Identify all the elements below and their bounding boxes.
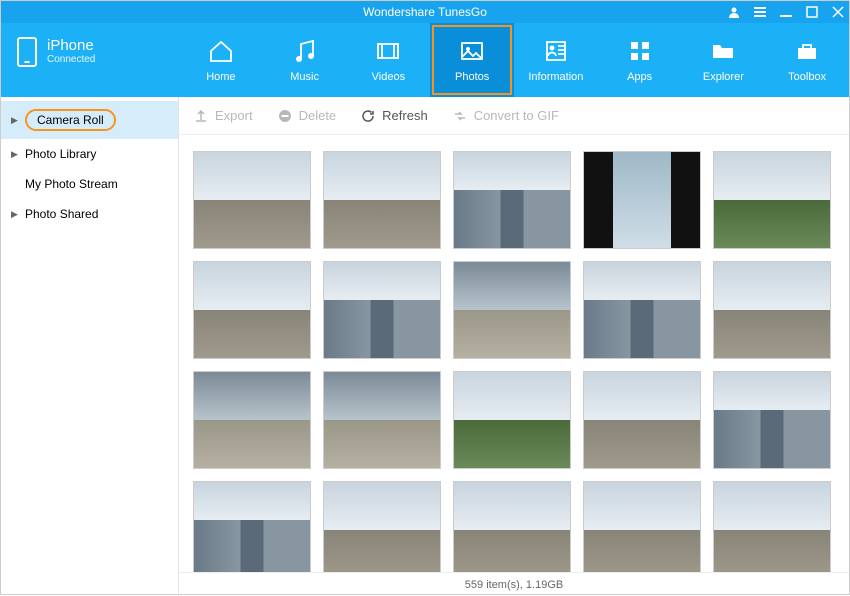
device-box[interactable]: iPhone Connected [1,23,179,97]
device-name: iPhone [47,37,95,54]
delete-button[interactable]: Delete [277,108,337,124]
photo-thumbnail[interactable] [453,261,571,359]
photo-thumbnail[interactable] [583,371,701,469]
export-label: Export [215,108,253,123]
nav-explorer[interactable]: Explorer [682,23,766,97]
refresh-button[interactable]: Refresh [360,108,428,124]
sidebar-item-label: Photo Shared [25,207,98,221]
photo-thumbnail[interactable] [713,261,831,359]
statusbar: 559 item(s), 1.19GB [179,572,849,596]
main: ▶ Camera Roll ▶ Photo Library My Photo Strea… [1,97,849,596]
photo-thumbnail[interactable] [323,481,441,572]
explorer-icon [709,37,737,65]
nav-label: Information [528,71,583,83]
music-icon [291,37,319,65]
nav-label: Music [290,71,319,83]
nav-music[interactable]: Music [263,23,347,97]
photo-thumbnail[interactable] [583,481,701,572]
sidebar-item-photo-shared[interactable]: ▶ Photo Shared [1,199,178,229]
maximize-icon[interactable] [805,6,819,18]
delete-label: Delete [299,108,337,123]
nav-label: Videos [372,71,405,83]
convert-gif-label: Convert to GIF [474,108,559,123]
chevron-right-icon: ▶ [11,209,19,220]
apps-icon [626,37,654,65]
user-icon[interactable] [727,6,741,18]
sidebar-item-label: My Photo Stream [25,177,118,191]
photo-thumbnail[interactable] [323,371,441,469]
toolbox-icon [793,37,821,65]
refresh-icon [360,108,376,124]
toolbar: Export Delete Refresh Convert to GIF [179,97,849,135]
sidebar-item-photo-library[interactable]: ▶ Photo Library [1,139,178,169]
refresh-label: Refresh [382,108,428,123]
sidebar-item-label: Photo Library [25,147,96,161]
photo-thumbnail[interactable] [713,481,831,572]
export-icon [193,108,209,124]
photo-thumbnail[interactable] [453,481,571,572]
nav-label: Home [206,71,235,83]
minimize-icon[interactable] [779,6,793,18]
nav-label: Photos [455,71,489,83]
nav-label: Apps [627,71,652,83]
content: Export Delete Refresh Convert to GIF 559… [179,97,849,596]
nav: Home Music Videos Photos Information Apps Expl… [179,23,849,97]
convert-gif-button[interactable]: Convert to GIF [452,108,559,124]
nav-label: Toolbox [788,71,826,83]
photo-thumbnail[interactable] [453,371,571,469]
window-controls [727,1,845,23]
app-title: Wondershare TunesGo [363,5,487,19]
titlebar: Wondershare TunesGo [1,1,849,23]
chevron-right-icon: ▶ [11,149,19,160]
header: iPhone Connected Home Music Videos Photos In… [1,23,849,97]
photo-thumbnail[interactable] [193,261,311,359]
photo-thumbnail[interactable] [323,151,441,249]
photo-thumbnail[interactable] [583,261,701,359]
nav-apps[interactable]: Apps [598,23,682,97]
sidebar-item-label: Camera Roll [25,109,116,131]
sidebar-item-camera-roll[interactable]: ▶ Camera Roll [1,101,178,139]
export-button[interactable]: Export [193,108,253,124]
device-status: Connected [47,54,95,65]
nav-photos[interactable]: Photos [430,23,514,97]
photo-thumbnail[interactable] [193,151,311,249]
photo-thumbnail[interactable] [323,261,441,359]
photo-thumbnail[interactable] [193,481,311,572]
photo-thumbnail[interactable] [713,371,831,469]
nav-label: Explorer [703,71,744,83]
photo-thumbnail[interactable] [193,371,311,469]
nav-home[interactable]: Home [179,23,263,97]
nav-information[interactable]: Information [514,23,598,97]
photos-icon [458,37,486,65]
photo-grid-wrap[interactable] [179,135,849,572]
close-icon[interactable] [831,6,845,18]
sidebar-item-my-photo-stream[interactable]: My Photo Stream [1,169,178,199]
nav-toolbox[interactable]: Toolbox [765,23,849,97]
videos-icon [374,37,402,65]
chevron-right-icon: ▶ [11,115,19,126]
home-icon [207,37,235,65]
convert-icon [452,108,468,124]
photo-thumbnail[interactable] [453,151,571,249]
status-text: 559 item(s), 1.19GB [465,579,563,591]
menu-icon[interactable] [753,6,767,18]
photo-thumbnail[interactable] [713,151,831,249]
info-icon [542,37,570,65]
sidebar: ▶ Camera Roll ▶ Photo Library My Photo Strea… [1,97,179,596]
nav-videos[interactable]: Videos [347,23,431,97]
delete-icon [277,108,293,124]
photo-grid [193,151,835,572]
phone-icon [17,37,37,67]
photo-thumbnail[interactable] [583,151,701,249]
